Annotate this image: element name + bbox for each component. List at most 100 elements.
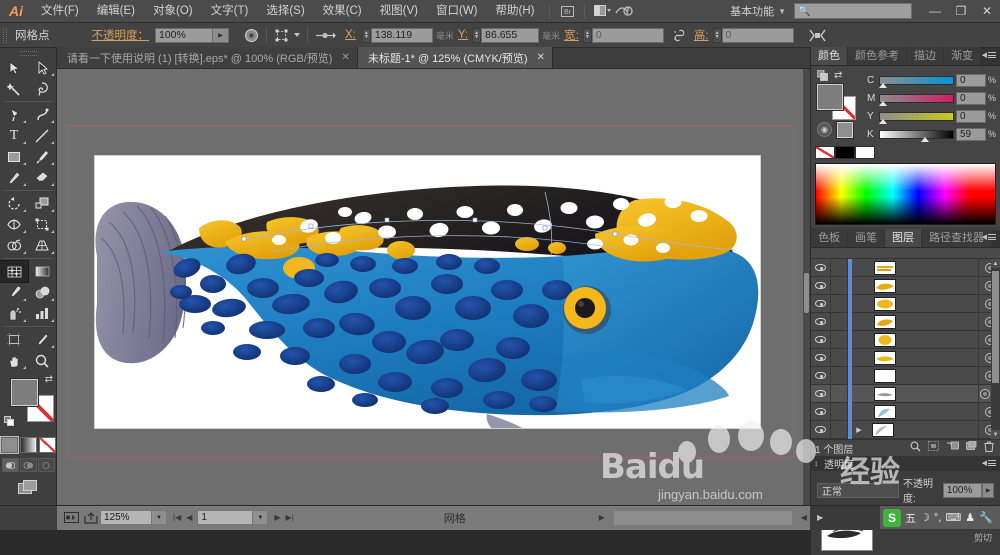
minimize-button[interactable]: — [922,0,948,23]
visibility-toggle-icon[interactable] [811,313,831,331]
control-bar-grip[interactable] [0,23,9,48]
toolbox-grip[interactable] [0,48,56,57]
boxfish-artwork[interactable] [95,156,760,428]
layers-panel-menu-icon[interactable]: ◀ [982,233,996,241]
layer-row[interactable] [811,331,1000,349]
expand-panel-arrow-icon[interactable]: ▶ [814,513,826,522]
transform-dropdown-icon[interactable] [292,26,302,44]
document-tab-1-close-icon[interactable]: ✕ [341,52,349,63]
menu-help[interactable]: 帮助(H) [487,0,544,23]
canvas-vertical-scrollbar[interactable] [803,69,810,505]
slider-c[interactable]: C 0 % [867,72,996,88]
ime-input-mode[interactable]: 五 [905,510,916,526]
change-screen-mode-button[interactable] [0,480,56,496]
menu-window[interactable]: 窗口(W) [427,0,487,23]
opacity-field-wrap[interactable]: 100% ▶ [155,28,229,43]
artboard-dropdown-icon[interactable]: ▼ [253,510,268,525]
none-color-icon[interactable]: ◉ [817,122,832,137]
menu-view[interactable]: 视图(V) [371,0,427,23]
layer-row[interactable] [811,259,1000,277]
blend-mode-select[interactable]: 正常 [817,483,899,498]
slice-tool[interactable] [28,329,56,350]
height-input[interactable]: 0 [722,28,794,43]
magic-wand-tool[interactable] [0,78,28,99]
artboard-number-input[interactable]: 1 [197,510,253,525]
recolor-artwork-icon[interactable] [241,26,261,44]
ime-logo-icon[interactable]: S [883,509,901,527]
shape-builder-tool[interactable] [0,235,28,256]
x-label[interactable]: X: [339,29,362,41]
width-tool[interactable] [0,214,28,235]
constrain-proportions-icon[interactable] [670,26,690,44]
layers-scrollbar[interactable]: ▲ ▼ [991,259,1000,439]
transparency-panel-grip-icon[interactable]: ↕ [811,459,818,468]
opacity-label[interactable]: 不透明度： [86,27,156,43]
layer-row[interactable] [811,349,1000,367]
direct-selection-tool[interactable] [28,57,56,78]
ime-user-icon[interactable]: ♟ [965,511,975,524]
transparency-panel-menu-icon[interactable]: ◀ [982,459,996,467]
last-artboard-button[interactable]: ▶| [286,513,294,522]
lock-toggle[interactable] [831,331,848,349]
transform-icon[interactable] [272,26,292,44]
gradient-button[interactable] [20,437,37,453]
ime-moon-icon[interactable]: ☽ [920,511,930,524]
lock-toggle[interactable] [831,349,848,367]
menu-select[interactable]: 选择(S) [257,0,313,23]
scroll-up-arrow-icon[interactable]: ▲ [991,259,1000,268]
menu-object[interactable]: 对象(O) [144,0,202,23]
pen-tool[interactable] [0,104,28,125]
type-tool[interactable]: T [0,125,28,146]
slider-c-value[interactable]: 0 [956,74,986,87]
next-artboard-button[interactable]: ▶ [274,513,280,522]
tab-swatches[interactable]: 色板 [811,229,847,247]
color-fill-swatch[interactable] [817,84,843,110]
workspace-switcher[interactable]: 基本功能 [730,3,776,19]
pencil-tool[interactable] [0,167,28,188]
slider-y[interactable]: Y 0 % [867,108,996,124]
rotate-tool[interactable] [0,193,28,214]
artboard[interactable] [95,156,760,428]
swap-colors-icon[interactable]: ⇄ [834,70,842,84]
visibility-toggle-icon[interactable] [811,331,831,349]
opacity-dropdown-icon[interactable]: ▶ [213,28,229,43]
width-input[interactable]: 0 [592,28,664,43]
tab-color-guide[interactable]: 颜色参考 [848,47,906,65]
visibility-toggle-icon[interactable] [811,259,831,277]
color-panel-menu-icon[interactable]: ◀ [982,51,996,59]
transparency-opacity-dropdown-icon[interactable]: ▶ [982,483,994,498]
close-button[interactable]: ✕ [974,0,1000,23]
tab-layers[interactable]: 图层 [885,229,921,247]
tab-transparency[interactable]: 透明度 [818,456,860,471]
column-graph-tool[interactable] [28,303,56,324]
horizontal-scrollbar[interactable] [614,511,792,525]
lock-toggle[interactable] [831,367,848,385]
menu-effect[interactable]: 效果(C) [314,0,371,23]
draw-behind-button[interactable] [20,458,37,472]
selection-tool[interactable] [0,57,28,78]
width-field-wrap[interactable]: ▲▼ 0 [583,28,664,43]
scale-tool[interactable] [28,193,56,214]
width-spinner[interactable]: ▲▼ [583,28,592,43]
visibility-toggle-icon[interactable] [811,277,831,295]
new-sublayer-icon[interactable] [946,441,959,455]
slider-c-track[interactable] [879,76,954,85]
height-label[interactable]: 高: [690,27,713,43]
tab-brushes[interactable]: 画笔 [848,229,884,247]
expand-triangle-icon[interactable]: ▶ [852,421,866,439]
hand-tool[interactable] [0,350,28,371]
x-spinner[interactable]: ▲▼ [362,28,371,43]
chip-black[interactable] [835,146,855,159]
artboard-tool[interactable] [0,329,28,350]
height-field-wrap[interactable]: ▲▼ 0 [713,28,794,43]
width-label[interactable]: 宽: [560,27,583,43]
layers-scroll-thumb[interactable] [992,271,999,383]
visibility-toggle-icon[interactable] [811,421,831,439]
y-field-wrap[interactable]: ▲▼ 86.655 [472,28,539,43]
zoom-level-input[interactable]: 125% [100,510,152,525]
curvature-tool[interactable] [28,104,56,125]
zoom-tool[interactable] [28,350,56,371]
restore-button[interactable]: ❐ [948,0,974,23]
tab-color[interactable]: 颜色 [811,47,847,65]
visibility-toggle-icon[interactable] [811,367,831,385]
